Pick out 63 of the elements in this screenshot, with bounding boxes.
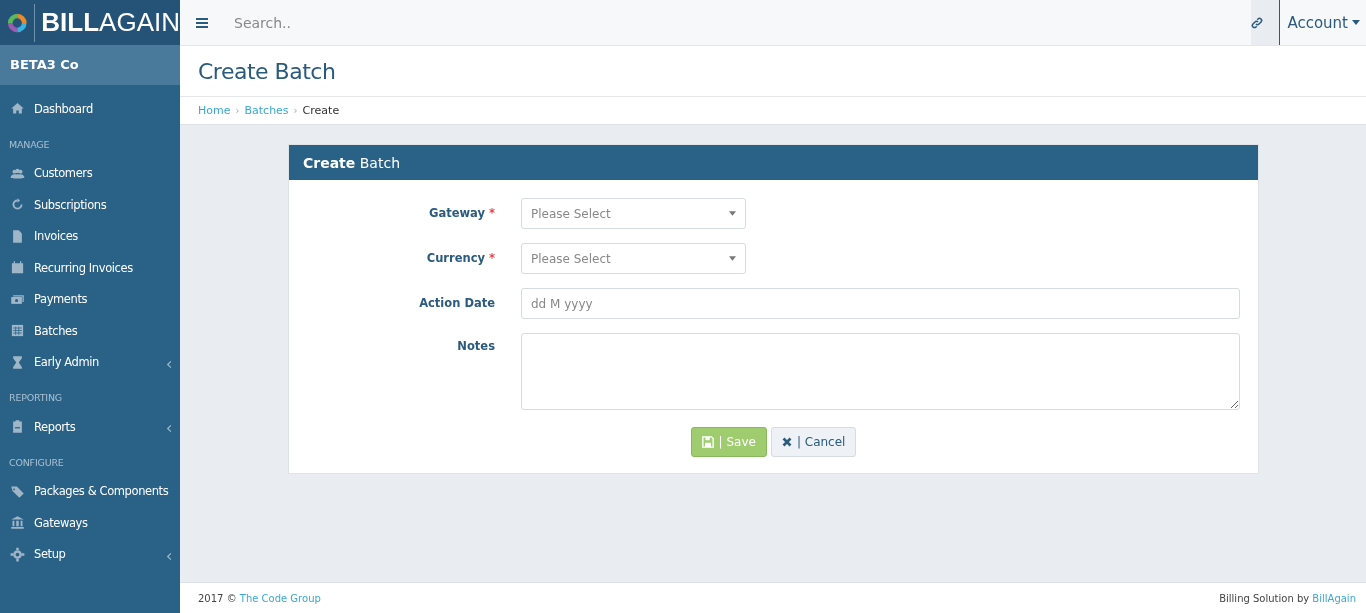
sidebar-item-label: Batches: [34, 323, 79, 338]
dropdown-field[interactable]: Please Select: [521, 243, 746, 274]
sidebar-item[interactable]: Customers: [0, 157, 180, 189]
field-label: Currency *: [425, 250, 496, 265]
sidebar-item[interactable]: Gateways: [0, 507, 180, 539]
cancel-button[interactable]: | Cancel: [770, 427, 857, 457]
copyright-text: 2017 © The Code Group: [198, 592, 321, 604]
gear-icon: [9, 546, 26, 562]
required-marker: *: [487, 206, 495, 220]
breadcrumb-separator: ›: [293, 105, 298, 116]
sidebar-item[interactable]: Packages & Components: [0, 475, 180, 507]
sidebar-item[interactable]: Reports: [0, 411, 180, 443]
caret-icon: [729, 256, 736, 261]
menu-icon: [196, 17, 208, 28]
field-label: Action Date: [418, 295, 496, 310]
date-field[interactable]: dd M yyyy: [521, 288, 1240, 319]
nav-section-heading: CONFIGURE: [8, 455, 65, 470]
dropdown-field[interactable]: Please Select: [521, 198, 746, 229]
sidebar-item[interactable]: Early Admin: [0, 346, 180, 378]
sidebar-item-label: Gateways: [34, 515, 89, 530]
brand-logo-text: BILLAGAIN: [41, 7, 180, 38]
field-label: Gateway *: [427, 205, 496, 220]
company-name: BETA3 Co: [0, 45, 180, 85]
sidebar-item[interactable]: Subscriptions: [0, 189, 180, 221]
menu-button[interactable]: [180, 0, 224, 45]
search-field[interactable]: Search..: [224, 0, 1252, 45]
nav-section-heading: REPORTING: [8, 391, 63, 405]
sidebar-item[interactable]: Payments: [0, 283, 180, 315]
sidebar-item[interactable]: Recurring Invoices: [0, 252, 180, 284]
home-icon: [9, 101, 26, 117]
sidebar-item[interactable]: Setup: [0, 538, 180, 570]
link-icon: [1251, 16, 1264, 29]
credit-text: Billing Solution by BillAgain: [1219, 592, 1356, 604]
bank-icon: [9, 515, 26, 531]
sidebar-item-label: Dashboard: [34, 101, 94, 116]
sidebar-item[interactable]: Dashboard: [0, 93, 180, 125]
required-marker: *: [487, 251, 495, 265]
nav-section-heading: MANAGE: [8, 137, 51, 152]
panel-title: Create Batch: [303, 154, 400, 171]
field-label: Notes: [456, 338, 496, 353]
sidebar-item-label: Payments: [34, 292, 89, 307]
close-icon: [781, 437, 792, 447]
floppy-disk-icon: [701, 436, 714, 448]
breadcrumb-item: Create: [302, 104, 340, 117]
sidebar-item-label: Recurring Invoices: [34, 260, 134, 275]
sidebar-item-label: Setup: [34, 547, 67, 562]
sidebar-item[interactable]: Batches: [0, 315, 180, 347]
sidebar-item-label: Packages & Components: [34, 484, 170, 499]
sidebar-item-label: Invoices: [34, 229, 79, 244]
page-title: Create Batch: [198, 58, 336, 84]
caret-icon: [1352, 20, 1360, 25]
breadcrumb-separator: ›: [235, 105, 240, 116]
notes-field[interactable]: [521, 333, 1240, 410]
table-icon: [9, 323, 26, 339]
sidebar-item[interactable]: Invoices: [0, 220, 180, 252]
caret-icon: [729, 211, 736, 216]
sidebar-item-label: Early Admin: [34, 355, 100, 370]
calendar-icon: [9, 260, 26, 276]
sidebar-item-label: Subscriptions: [34, 197, 108, 212]
sidebar-item-label: Customers: [34, 166, 94, 181]
account-menu-button[interactable]: Account: [1279, 0, 1366, 45]
chevron-left-icon: [165, 422, 174, 432]
sidebar-item-label: Reports: [34, 419, 77, 434]
